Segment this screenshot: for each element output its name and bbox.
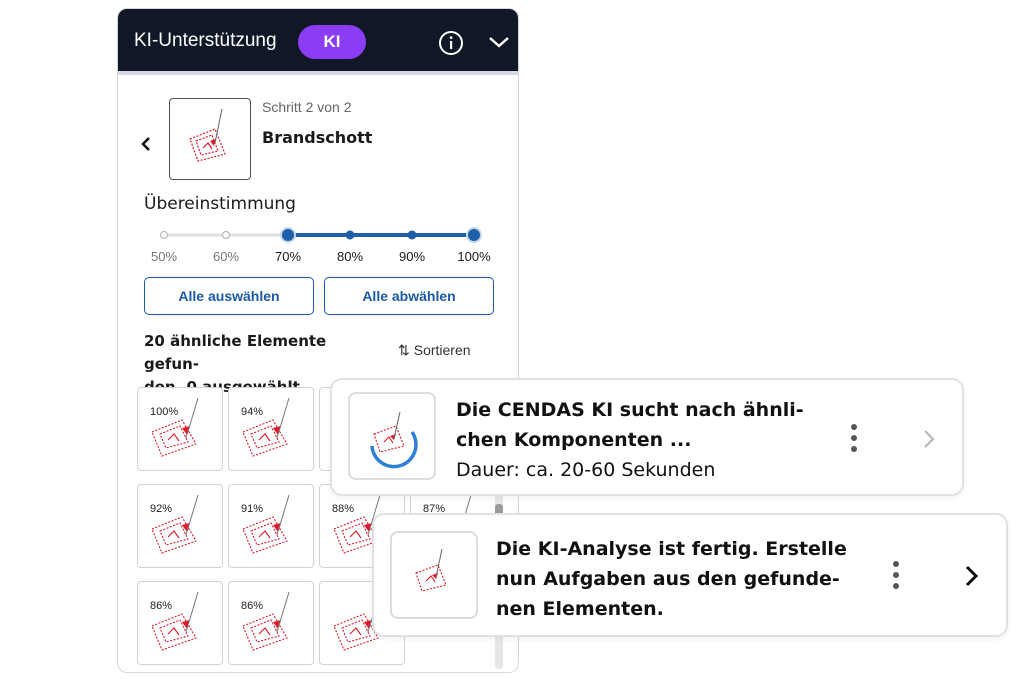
component-thumbnail [169, 98, 251, 180]
notification-line: Die KI-Analyse ist fertig. Erstelle [496, 538, 847, 560]
select-all-button[interactable]: Alle auswählen [144, 277, 314, 315]
tick-label: 60% [212, 249, 240, 264]
sort-button[interactable]: ⇅ Sortieren [398, 342, 471, 359]
slider-ticks: 50% 60% 70% 80% 90% 100% [118, 249, 518, 269]
notification-line: chen Komponenten ... [456, 429, 692, 451]
notification-line: nun Aufgaben aus den gefunde- [496, 568, 840, 590]
tick-label: 100% [457, 249, 491, 264]
result-item[interactable]: 92% [137, 484, 223, 568]
notification-line: nen Elementen. [496, 598, 664, 620]
result-item[interactable]: 100% [137, 387, 223, 471]
info-icon[interactable] [438, 30, 464, 56]
notification-icon-box [348, 392, 436, 480]
fire-damper-icon [242, 494, 290, 554]
match-percentage: 88% [332, 503, 355, 515]
result-item[interactable]: 86% [228, 581, 314, 665]
fire-damper-icon [151, 494, 199, 554]
result-item[interactable]: 94% [228, 387, 314, 471]
step-counter: Schritt 2 von 2 [262, 99, 352, 115]
panel-title: KI-Unterstützung [134, 30, 277, 51]
panel-header: KI-Unterstützung KI [118, 9, 518, 75]
tick-label: 70% [274, 249, 302, 264]
chevron-left-icon[interactable] [140, 135, 152, 153]
fire-damper-icon [189, 108, 226, 162]
more-options-icon[interactable] [851, 424, 859, 457]
fire-damper-icon [415, 548, 447, 592]
ki-badge: KI [298, 25, 366, 59]
fire-damper-icon [242, 397, 290, 457]
chevron-down-icon[interactable] [488, 34, 510, 50]
tick-label: 90% [398, 249, 426, 264]
match-percentage: 91% [241, 503, 264, 515]
fire-damper-icon [242, 591, 290, 651]
notification-searching[interactable]: Die CENDAS KI sucht nach ähnli- chen Kom… [330, 378, 964, 496]
notification-icon-box [390, 531, 478, 619]
loading-spinner-icon [370, 411, 418, 469]
notification-text: Die CENDAS KI sucht nach ähnli- chen Kom… [456, 395, 804, 485]
match-percentage: 94% [241, 406, 264, 418]
sort-label: Sortieren [413, 342, 471, 358]
fire-damper-icon [151, 591, 199, 651]
notification-line: Die CENDAS KI sucht nach ähnli- [456, 399, 804, 421]
component-name: Brandschott [262, 128, 373, 147]
sort-icon: ⇅ [398, 342, 410, 358]
fire-damper-icon [151, 397, 199, 457]
match-percentage: 100% [150, 406, 179, 418]
chevron-right-icon[interactable] [922, 428, 936, 450]
match-label: Übereinstimmung [144, 194, 296, 214]
match-percentage: 86% [241, 600, 264, 612]
result-item[interactable]: 91% [228, 484, 314, 568]
more-options-icon[interactable] [893, 561, 901, 594]
notification-finished[interactable]: Die KI-Analyse ist fertig. Erstelle nun … [372, 513, 1008, 637]
notification-text: Die KI-Analyse ist fertig. Erstelle nun … [496, 534, 847, 624]
deselect-all-button[interactable]: Alle abwählen [324, 277, 494, 315]
match-percentage: 92% [150, 503, 173, 515]
results-summary-line: 20 ähnliche Elemente gefun- [144, 332, 327, 373]
result-item[interactable]: 86% [137, 581, 223, 665]
match-range-slider[interactable] [144, 221, 484, 251]
notification-line: Dauer: ca. 20-60 Sekunden [456, 459, 716, 481]
chevron-right-icon[interactable] [964, 564, 980, 588]
tick-label: 80% [336, 249, 364, 264]
match-percentage: 86% [150, 600, 173, 612]
tick-label: 50% [150, 249, 178, 264]
